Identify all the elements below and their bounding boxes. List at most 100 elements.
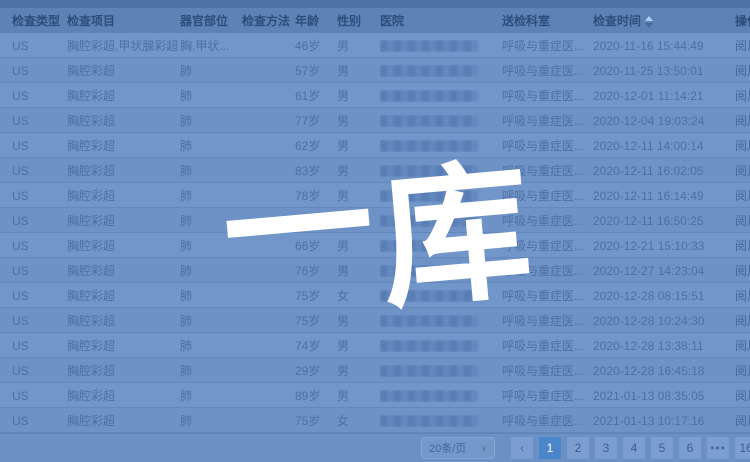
view-images-link[interactable]: 阅片 (735, 214, 750, 228)
cell-value-organ: 肺 (180, 214, 192, 228)
cell-value-time: 2020-12-28 08:15:51 (593, 289, 704, 303)
page-button-4[interactable]: 4 (623, 437, 645, 459)
page-button-2[interactable]: 2 (567, 437, 589, 459)
page-button-3[interactable]: 3 (595, 437, 617, 459)
view-images-link[interactable]: 阅片 (735, 114, 750, 128)
view-images-link[interactable]: 阅片 (735, 164, 750, 178)
cell-value-item: 胸腔彩超 (67, 164, 115, 178)
view-images-link[interactable]: 阅片 (735, 289, 750, 303)
cell-organ: 肺 (180, 362, 242, 379)
cell-action: 阅片 (735, 37, 750, 54)
cell-time: 2020-12-11 16:02:05 (593, 164, 735, 178)
cell-value-dept: 呼吸与重症医... (502, 64, 584, 78)
page-size-select[interactable]: 20条/页 ∨ (421, 437, 495, 459)
column-header-type: 检查类型 (12, 12, 67, 29)
cell-gender: 男 (337, 387, 380, 404)
cell-value-gender: 男 (337, 89, 349, 103)
view-images-link[interactable]: 阅片 (735, 414, 750, 428)
cell-value-item: 胸腔彩超 (67, 264, 115, 278)
cell-value-type: US (12, 139, 29, 153)
view-images-link[interactable]: 阅片 (735, 239, 750, 253)
column-header-label: 操作 (735, 14, 750, 28)
cell-value-gender: 女 (337, 414, 349, 428)
view-images-link[interactable]: 阅片 (735, 264, 750, 278)
cell-type: US (12, 64, 67, 78)
cell-value-organ: 肺 (180, 189, 192, 203)
view-images-link[interactable]: 阅片 (735, 39, 750, 53)
table-row[interactable]: US胸腔彩超肺61岁男呼吸与重症医...2020-12-01 11:14:21阅… (0, 83, 750, 108)
view-images-link[interactable]: 阅片 (735, 89, 750, 103)
column-header-organ: 器官部位 (180, 12, 242, 29)
cell-action: 阅片 (735, 187, 750, 204)
cell-type: US (12, 164, 67, 178)
table-row[interactable]: US胸腔彩超肺66岁男呼吸与重症医...2020-12-21 15:10:33阅… (0, 233, 750, 258)
cell-hospital (380, 65, 502, 77)
cell-value-organ: 肺 (180, 314, 192, 328)
table-row[interactable]: US胸腔彩超肺89岁男呼吸与重症医...2021-01-13 08:35:05阅… (0, 383, 750, 408)
view-images-link[interactable]: 阅片 (735, 364, 750, 378)
view-images-link[interactable]: 阅片 (735, 339, 750, 353)
cell-value-dept: 呼吸与重症医... (502, 239, 584, 253)
cell-organ: 肺 (180, 337, 242, 354)
cell-action: 阅片 (735, 162, 750, 179)
cell-age: 61岁 (295, 87, 337, 104)
view-images-link[interactable]: 阅片 (735, 64, 750, 78)
cell-value-gender: 男 (337, 364, 349, 378)
cell-value-age: 29岁 (295, 364, 320, 378)
view-images-link[interactable]: 阅片 (735, 139, 750, 153)
cell-value-item: 胸腔彩超 (67, 239, 115, 253)
table-row[interactable]: US胸腔彩超肺83岁男呼吸与重症医...2020-12-11 16:02:05阅… (0, 158, 750, 183)
view-images-link[interactable]: 阅片 (735, 389, 750, 403)
cell-age: 57岁 (295, 62, 337, 79)
cell-type: US (12, 364, 67, 378)
cell-value-type: US (12, 214, 29, 228)
cell-time: 2020-11-16 15:44:49 (593, 39, 735, 53)
page-button-5[interactable]: 5 (651, 437, 673, 459)
more-pages-ellipsis-icon[interactable]: ••• (707, 437, 729, 459)
cell-type: US (12, 114, 67, 128)
cell-action: 阅片 (735, 262, 750, 279)
table-row[interactable]: US胸腔彩超肺76岁女呼吸与重症医...2020-12-11 16:50:25阅… (0, 208, 750, 233)
column-header-label: 性别 (337, 14, 361, 28)
cell-value-type: US (12, 239, 29, 253)
cell-value-time: 2020-11-25 13:50:01 (593, 64, 704, 78)
page-button-last[interactable]: 16 (735, 437, 750, 459)
cell-value-organ: 肺 (180, 364, 192, 378)
table-row[interactable]: US胸腔彩超肺74岁男呼吸与重症医...2020-12-28 13:38:11阅… (0, 333, 750, 358)
table-row[interactable]: US胸腔彩超肺75岁女呼吸与重症医...2020-12-28 08:15:51阅… (0, 283, 750, 308)
cell-time: 2020-12-01 11:14:21 (593, 89, 735, 103)
table-row[interactable]: US胸腔彩超肺57岁男呼吸与重症医...2020-11-25 13:50:01阅… (0, 58, 750, 83)
cell-organ: 肺 (180, 112, 242, 129)
prev-page-button[interactable]: ‹ (511, 437, 533, 459)
table-row[interactable]: US胸腔彩超肺77岁男呼吸与重症医...2020-12-04 19:03:24阅… (0, 108, 750, 133)
cell-organ: 肺 (180, 187, 242, 204)
table-row[interactable]: US胸腔彩超肺76岁男呼吸与重症医...2020-12-27 14:23:04阅… (0, 258, 750, 283)
page-button-6[interactable]: 6 (679, 437, 701, 459)
cell-dept: 呼吸与重症医... (502, 262, 593, 279)
cell-hospital (380, 390, 502, 402)
sort-caret-icon[interactable] (645, 16, 653, 28)
cell-value-organ: 肺 (180, 289, 192, 303)
page-button-1[interactable]: 1 (539, 437, 561, 459)
cell-organ: 肺 (180, 212, 242, 229)
cell-value-organ: 肺 (180, 64, 192, 78)
cell-value-item: 胸腔彩超 (67, 114, 115, 128)
cell-value-time: 2020-12-01 11:14:21 (593, 89, 704, 103)
top-strip (0, 0, 750, 8)
cell-value-age: 62岁 (295, 139, 320, 153)
table-row[interactable]: US胸腔彩超肺62岁男呼吸与重症医...2020-12-11 14:00:14阅… (0, 133, 750, 158)
cell-value-age: 61岁 (295, 89, 320, 103)
cell-hospital (380, 265, 502, 277)
view-images-link[interactable]: 阅片 (735, 189, 750, 203)
column-header-time[interactable]: 检查时间 (593, 12, 735, 29)
table-row[interactable]: US胸腔彩超肺75岁女呼吸与重症医...2021-01-13 10:17:16阅… (0, 408, 750, 433)
cell-hospital (380, 215, 502, 227)
page-size-value: 20条/页 (429, 440, 466, 456)
cell-time: 2020-12-28 10:24:30 (593, 314, 735, 328)
table-row[interactable]: US胸腔彩超肺29岁男呼吸与重症医...2020-12-28 16:45:18阅… (0, 358, 750, 383)
table-row[interactable]: US胸腔彩超肺75岁男呼吸与重症医...2020-12-28 10:24:30阅… (0, 308, 750, 333)
cell-age: 76岁 (295, 212, 337, 229)
table-row[interactable]: US胸腔彩超肺78岁男呼吸与重症医...2020-12-11 16:14:49阅… (0, 183, 750, 208)
table-row[interactable]: US胸腔彩超,甲状腺彩超胸,甲状...46岁男呼吸与重症医...2020-11-… (0, 33, 750, 58)
view-images-link[interactable]: 阅片 (735, 314, 750, 328)
